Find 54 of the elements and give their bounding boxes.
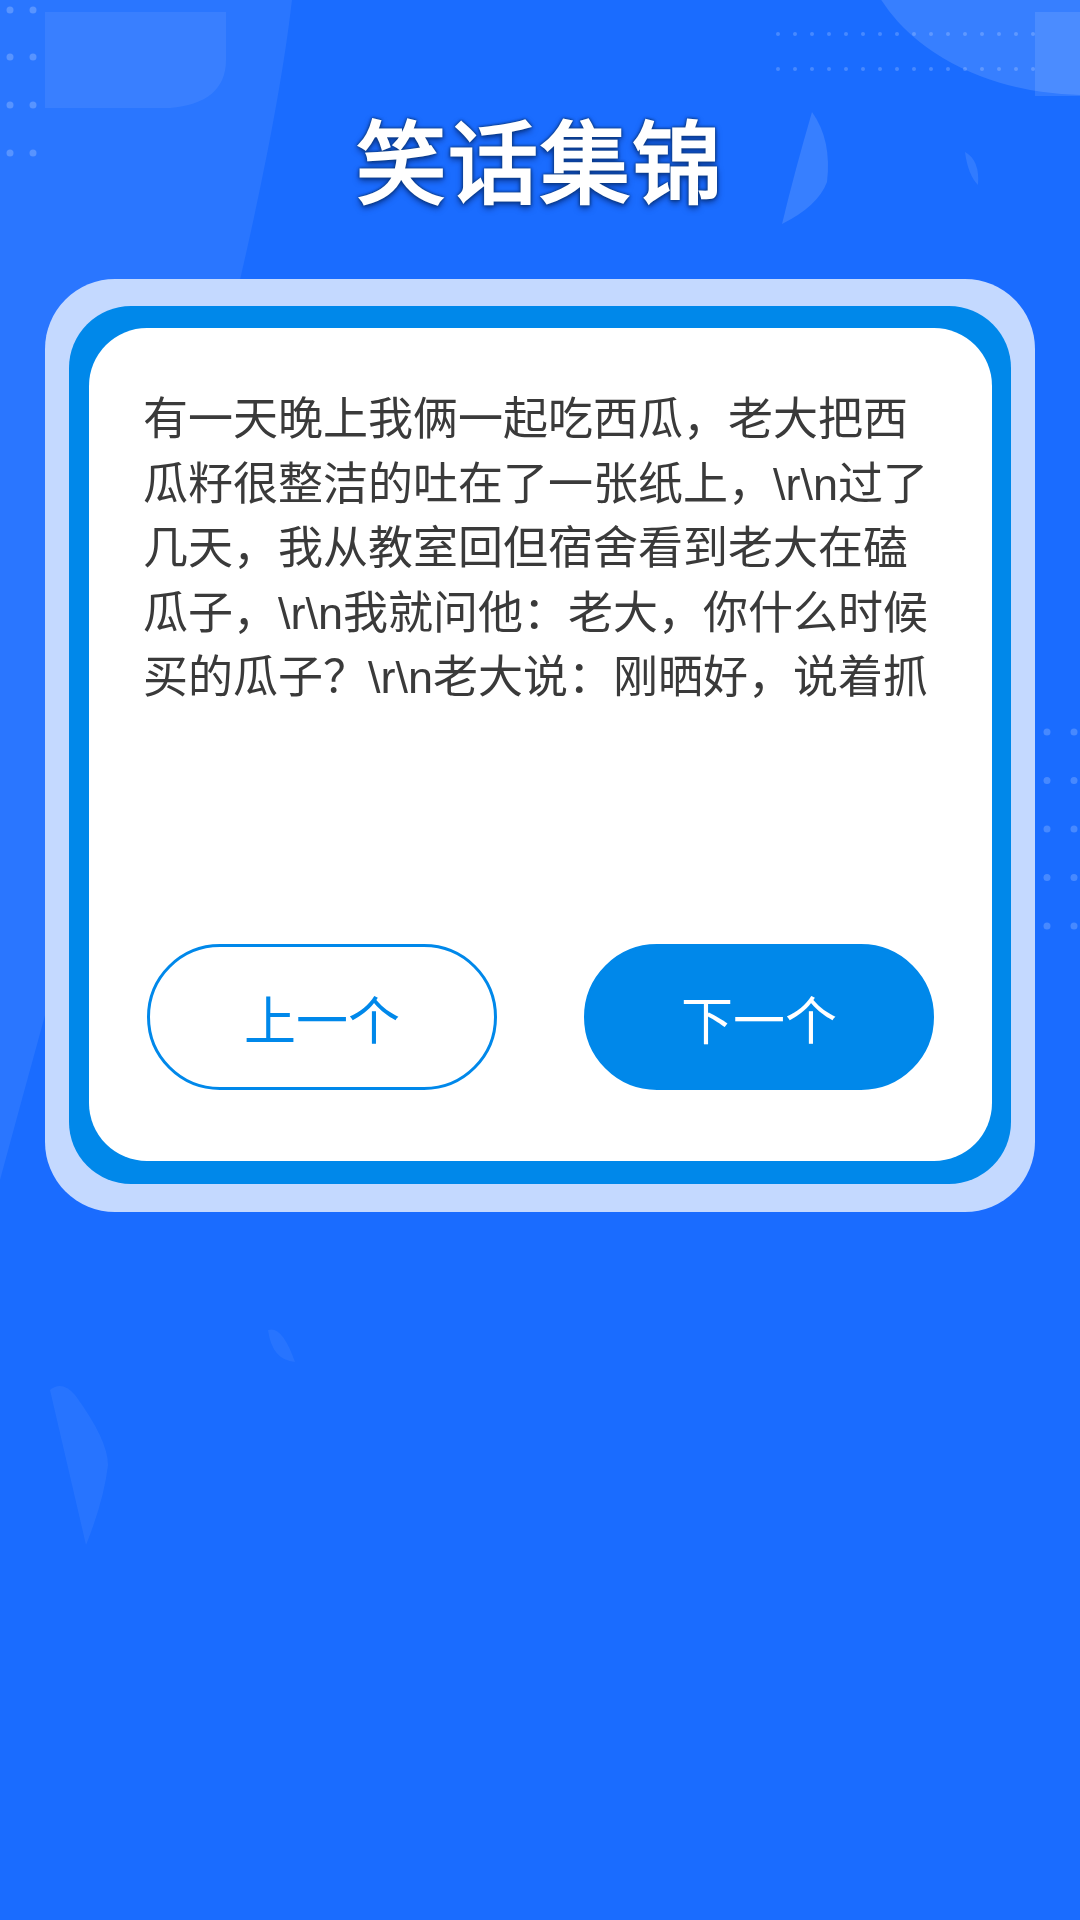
decor-dot xyxy=(1070,874,1078,881)
decor-dot xyxy=(827,32,831,36)
decor-dot xyxy=(1070,825,1078,833)
decor-dot xyxy=(997,67,1001,71)
next-button[interactable]: 下一个 xyxy=(584,944,934,1090)
decor-dot xyxy=(844,67,848,71)
decor-dot xyxy=(1014,67,1018,71)
decor-dot xyxy=(1031,67,1035,71)
decor-dot xyxy=(1043,777,1051,784)
decor-dot xyxy=(861,32,865,36)
decor-dot xyxy=(1043,728,1051,736)
decor-dot xyxy=(6,101,14,109)
decor-dot xyxy=(827,67,831,71)
decor-dot xyxy=(1043,874,1051,881)
decor-dot xyxy=(878,32,882,36)
page-title: 笑话集锦 xyxy=(356,115,724,215)
decor-dot xyxy=(1070,777,1078,784)
decor-dot xyxy=(1043,922,1051,930)
decor-dot xyxy=(997,32,1001,36)
decor-dot xyxy=(776,67,780,71)
decor-dot xyxy=(878,67,882,71)
decor-dot xyxy=(810,32,814,36)
decor-dot xyxy=(29,101,37,109)
decor-dot xyxy=(1014,32,1018,36)
decor-dot xyxy=(980,67,984,71)
decor-dot xyxy=(844,32,848,36)
decor-dot xyxy=(29,6,37,14)
decor-dot xyxy=(912,67,916,71)
decor-dot xyxy=(929,67,933,71)
decor-dot xyxy=(980,32,984,36)
decor-dot xyxy=(29,149,37,157)
decor-dot xyxy=(1043,825,1051,833)
decor-dot xyxy=(963,67,967,71)
decor-dot xyxy=(946,32,950,36)
decor-dot xyxy=(912,32,916,36)
decor-dot xyxy=(810,67,814,71)
decor-dot xyxy=(29,53,37,61)
decor-dot xyxy=(793,67,797,71)
decor-dot xyxy=(861,67,865,71)
decor-dot xyxy=(1031,32,1035,36)
decor-dot xyxy=(6,53,14,61)
decor-dot xyxy=(1070,922,1078,930)
decor-dot xyxy=(946,67,950,71)
previous-button[interactable]: 上一个 xyxy=(147,944,497,1090)
decor-dot xyxy=(963,32,967,36)
decor-dot xyxy=(1070,728,1078,736)
decor-dot xyxy=(929,32,933,36)
decor-dot xyxy=(6,149,14,157)
decor-dot xyxy=(895,67,899,71)
decor-dot xyxy=(6,6,14,14)
decor-dot xyxy=(793,32,797,36)
decor-dot xyxy=(895,32,899,36)
decor-dot xyxy=(776,32,780,36)
joke-text: 有一天晚上我俩一起吃西瓜，老大把西瓜籽很整洁的吐在了一张纸上，\r\n过了几天，我从教室回但宿舍看到老大在磕瓜子，\r\n我就问他：老大，你什么时候买的瓜子？\r\n老大说：刚晒好，说着抓 xyxy=(143,393,930,705)
